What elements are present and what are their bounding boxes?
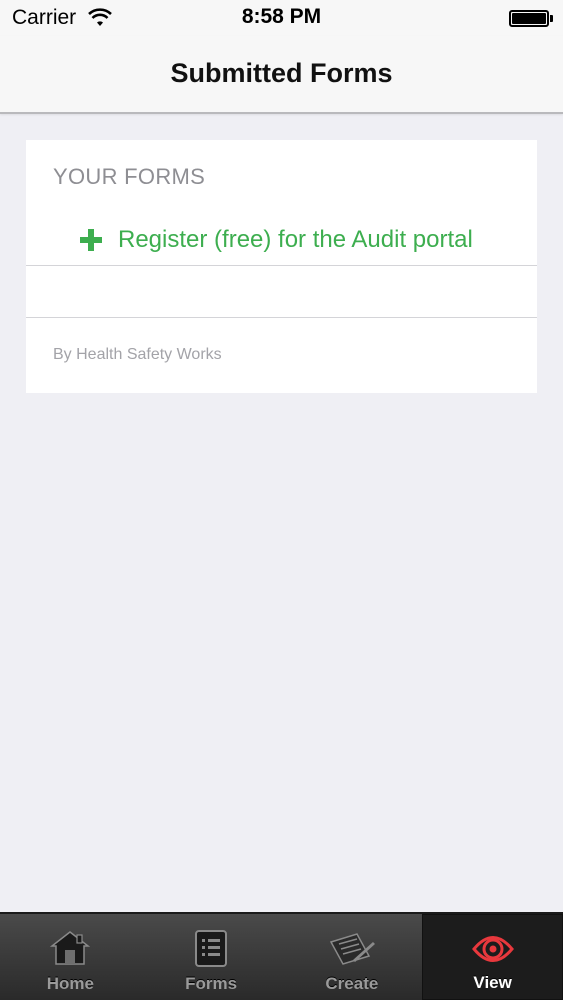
navigation-bar: Submitted Forms [0,36,563,114]
empty-row [26,267,537,318]
tab-view-label: View [473,973,512,992]
page-title: Submitted Forms [170,58,393,88]
status-bar: Carrier 8:58 PM [0,0,563,36]
tab-forms[interactable]: Forms [141,914,282,1000]
clock: 8:58 PM [241,5,322,28]
home-icon [50,931,91,965]
tab-home-label: Home [46,974,94,993]
battery-icon [509,10,549,27]
screen: Carrier 8:58 PM Submitted Forms YOUR FOR… [0,0,563,1000]
create-document-icon [329,933,375,965]
section-footer: By Health Safety Works [53,346,222,363]
list-icon [195,930,228,967]
tab-create[interactable]: Create [282,914,423,1000]
section-header: YOUR FORMS [53,164,206,189]
battery-tip [550,15,553,22]
eye-target-icon [471,936,514,962]
tab-home[interactable]: Home [0,914,141,1000]
tab-bar: Home Forms Create View [0,912,563,1000]
forms-card: YOUR FORMS Register (free) for the Audit… [26,140,537,393]
register-audit-portal-label: Register (free) for the Audit portal [118,226,473,253]
tab-view[interactable]: View [422,914,563,1000]
tab-create-label: Create [325,974,379,993]
tab-forms-label: Forms [185,974,238,993]
plus-icon [80,229,102,251]
register-audit-portal-row[interactable]: Register (free) for the Audit portal [26,214,537,266]
